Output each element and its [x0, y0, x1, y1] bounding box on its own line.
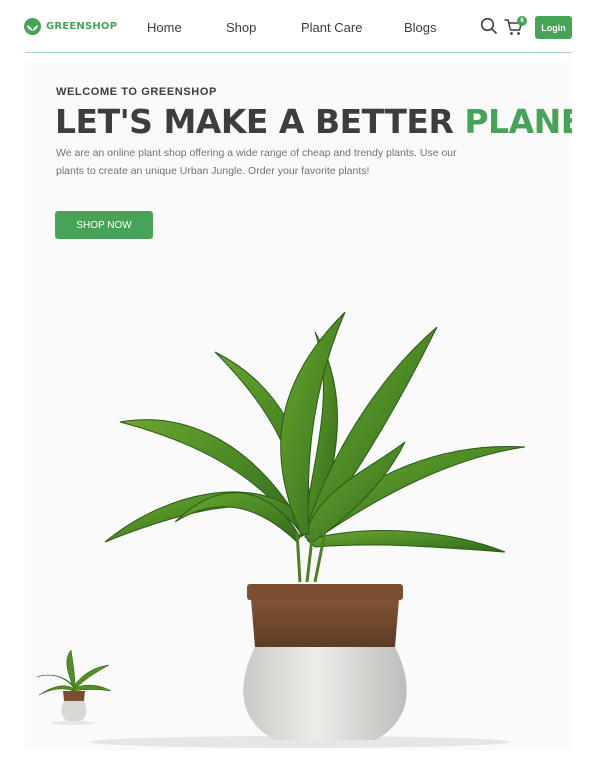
- brand-name: GREENSHOP: [46, 21, 118, 32]
- nav-plant-care[interactable]: Plant Care: [301, 20, 362, 35]
- leaf-logo-icon: [24, 18, 41, 35]
- logo[interactable]: GREENSHOP: [24, 18, 117, 35]
- cart-count-badge: 6: [517, 16, 527, 26]
- nav-blogs[interactable]: Blogs: [404, 20, 437, 35]
- potted-plant-image: [90, 311, 525, 748]
- hero-banner: WELCOME TO GREENSHOP LET'S MAKE A BETTER…: [25, 62, 572, 750]
- site-header: GREENSHOP Home Shop Plant Care Blogs 6 L…: [0, 0, 598, 54]
- hero-title: LET'S MAKE A BETTER PLANET: [55, 102, 572, 142]
- hero-title-main: LET'S MAKE A BETTER: [55, 102, 465, 141]
- search-button[interactable]: [480, 17, 498, 35]
- header-divider: [25, 52, 572, 53]
- hero-eyebrow: WELCOME TO GREENSHOP: [56, 86, 217, 98]
- cart-button[interactable]: 6: [504, 16, 527, 37]
- small-potted-plant-image: [36, 649, 112, 725]
- login-button[interactable]: Login: [535, 16, 572, 39]
- shop-now-button[interactable]: SHOP NOW: [55, 211, 153, 239]
- search-icon: [480, 17, 497, 34]
- nav-shop[interactable]: Shop: [226, 20, 256, 35]
- hero-description: We are an online plant shop offering a w…: [56, 147, 457, 177]
- hero-title-accent: PLANET: [464, 102, 572, 141]
- nav-home[interactable]: Home: [147, 20, 182, 35]
